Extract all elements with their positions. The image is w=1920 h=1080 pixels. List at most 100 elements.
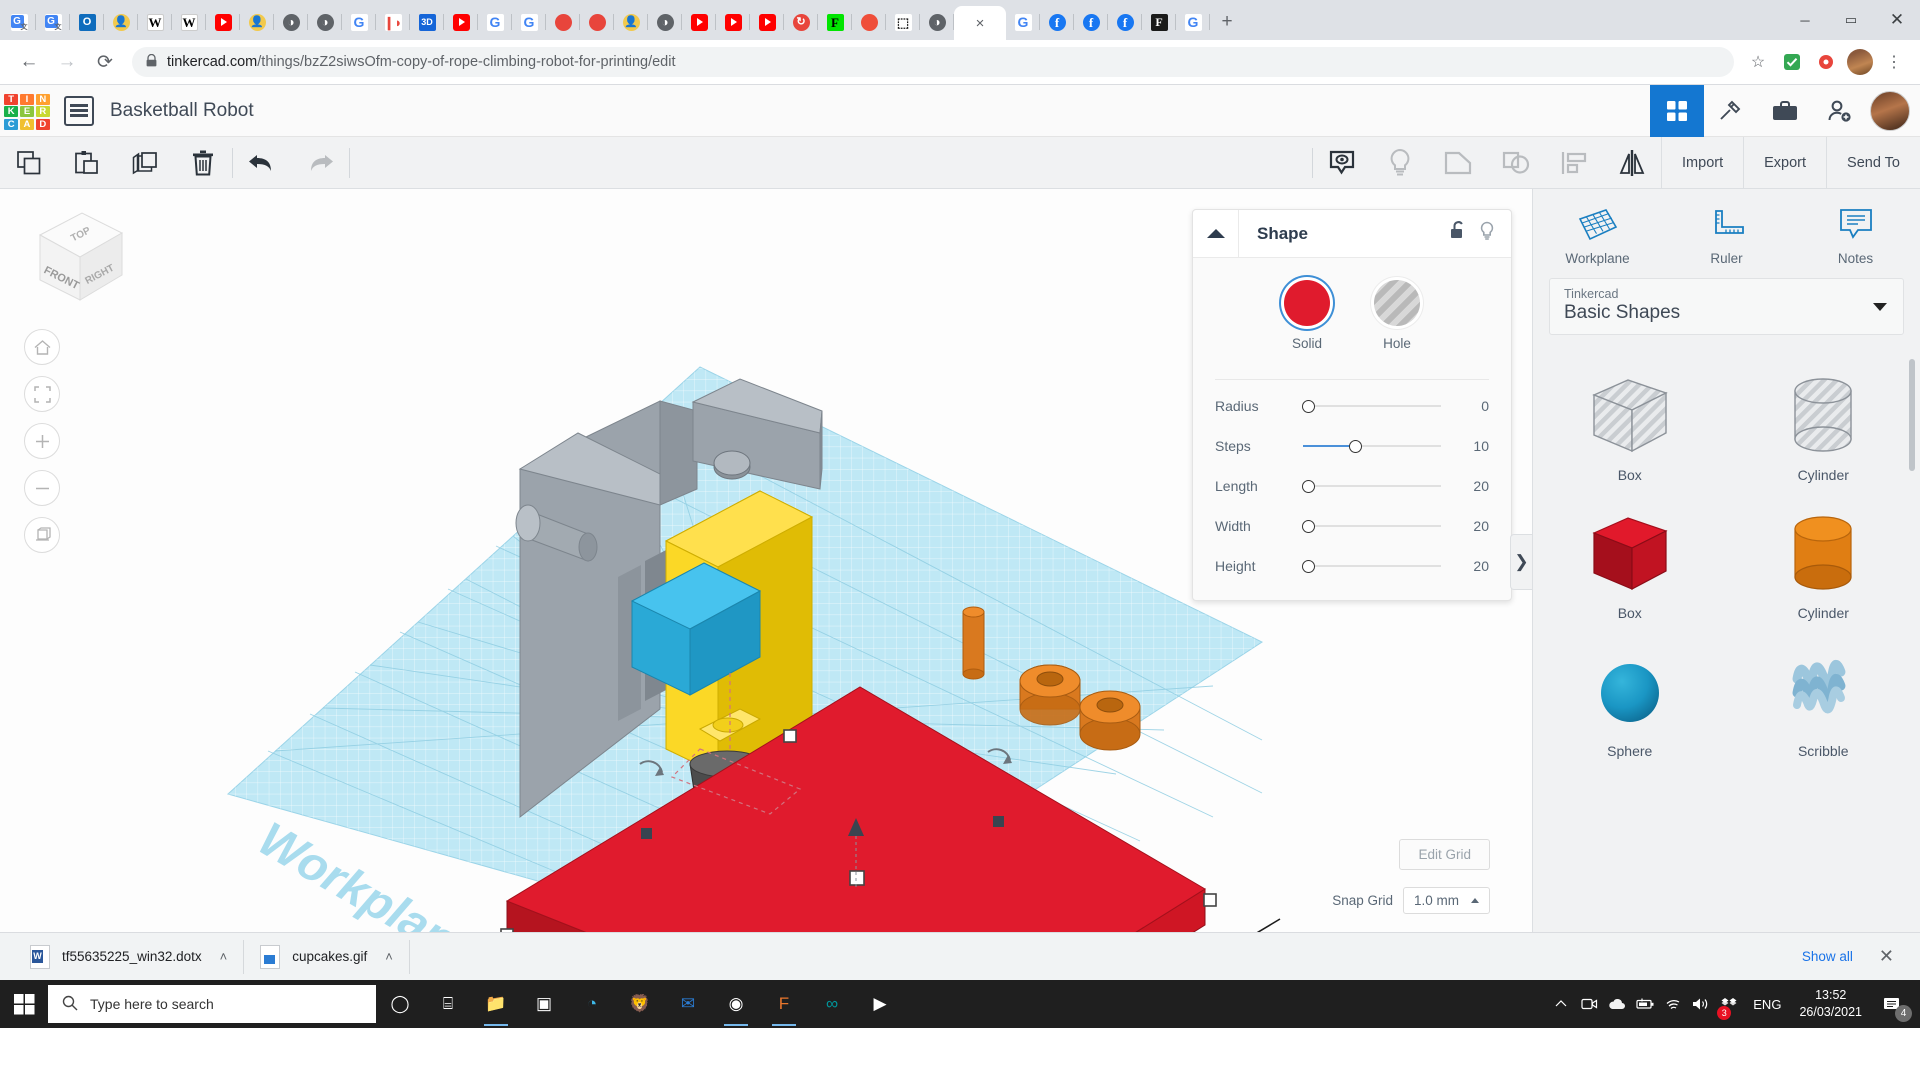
send-to-button[interactable]: Send To xyxy=(1826,137,1920,189)
browser-tab[interactable] xyxy=(104,5,138,39)
user-avatar[interactable] xyxy=(1870,91,1910,131)
browser-tab[interactable]: G xyxy=(478,5,512,39)
property-slider[interactable] xyxy=(1303,398,1449,414)
chrome-menu-icon[interactable]: ⋮ xyxy=(1878,46,1910,78)
foxit-icon[interactable]: F xyxy=(760,980,808,1028)
active-tab[interactable]: × xyxy=(954,6,1006,40)
browser-tab[interactable] xyxy=(70,5,104,39)
download-menu-icon[interactable]: ˄ xyxy=(220,949,228,964)
note-button[interactable] xyxy=(1313,137,1371,189)
home-view-button[interactable] xyxy=(24,329,60,365)
notes-tool[interactable]: Notes xyxy=(1791,203,1920,266)
cortana-icon[interactable]: ◯ xyxy=(376,980,424,1028)
collapse-panel-button[interactable] xyxy=(1193,210,1239,258)
slider-knob[interactable] xyxy=(1302,400,1315,413)
mail-icon[interactable]: ✉ xyxy=(664,980,712,1028)
browser-tab[interactable]: ↻ xyxy=(784,5,818,39)
snap-grid-select[interactable]: 1.0 mm xyxy=(1403,887,1490,914)
slider-knob[interactable] xyxy=(1302,480,1315,493)
browser-tab[interactable]: f xyxy=(1040,5,1074,39)
browser-tab[interactable] xyxy=(614,5,648,39)
property-slider[interactable] xyxy=(1303,438,1449,454)
volume-icon[interactable] xyxy=(1687,980,1715,1028)
browser-tab[interactable]: G xyxy=(512,5,546,39)
property-value[interactable]: 20 xyxy=(1449,518,1489,534)
unlock-icon[interactable] xyxy=(1449,221,1467,246)
learn-hammer-icon[interactable] xyxy=(1704,85,1758,137)
property-value[interactable]: 0 xyxy=(1449,398,1489,414)
show-all-downloads-button[interactable]: Show all xyxy=(1788,941,1867,972)
workplane-tool[interactable]: Workplane xyxy=(1533,203,1662,266)
browser-tab[interactable] xyxy=(546,5,580,39)
zoom-in-button[interactable] xyxy=(24,423,60,459)
browser-tab[interactable] xyxy=(580,5,614,39)
browser-tab[interactable]: W xyxy=(138,5,172,39)
undo-button[interactable] xyxy=(233,137,291,189)
browser-tab[interactable]: 3D xyxy=(410,5,444,39)
slider-knob[interactable] xyxy=(1302,520,1315,533)
tinkercad-logo[interactable]: TINKERCAD xyxy=(4,94,50,128)
brave-icon[interactable]: 🦁 xyxy=(616,980,664,1028)
shape-item-scribble[interactable]: Scribble xyxy=(1727,631,1920,769)
shape-item-sphere[interactable]: Sphere xyxy=(1533,631,1727,769)
wifi-icon[interactable] xyxy=(1659,980,1687,1028)
gallery-icon[interactable] xyxy=(1758,85,1812,137)
edit-grid-button[interactable]: Edit Grid xyxy=(1399,839,1490,870)
browser-tab[interactable]: F xyxy=(1142,5,1176,39)
browser-tab[interactable]: W xyxy=(172,5,206,39)
battery-icon[interactable] xyxy=(1631,980,1659,1028)
browser-tab[interactable]: ⬚ xyxy=(886,5,920,39)
browser-tab[interactable] xyxy=(444,5,478,39)
browser-tab[interactable]: ◑ xyxy=(274,5,308,39)
microsoft-store-icon[interactable]: ▣ xyxy=(520,980,568,1028)
show-hidden-icons-button[interactable] xyxy=(1547,980,1575,1028)
browser-tab[interactable]: ◑ xyxy=(920,5,954,39)
reload-button[interactable]: ⟳ xyxy=(86,43,124,81)
hole-option[interactable]: Hole xyxy=(1374,280,1420,351)
browser-tab[interactable]: f xyxy=(1108,5,1142,39)
browser-tab[interactable] xyxy=(682,5,716,39)
lightbulb-icon[interactable] xyxy=(1479,221,1495,246)
browser-tab[interactable] xyxy=(36,5,70,39)
download-menu-icon[interactable]: ˄ xyxy=(385,949,393,964)
slider-knob[interactable] xyxy=(1302,560,1315,573)
property-slider[interactable] xyxy=(1303,558,1449,574)
onedrive-icon[interactable] xyxy=(1603,980,1631,1028)
delete-button[interactable] xyxy=(174,137,232,189)
view-cube[interactable]: TOP FRONT RIGHT xyxy=(22,205,132,310)
browser-tab[interactable]: G xyxy=(342,5,376,39)
file-explorer-icon[interactable]: 📁 xyxy=(472,980,520,1028)
browser-tab[interactable] xyxy=(206,5,240,39)
browser-tab[interactable]: f xyxy=(1074,5,1108,39)
address-bar[interactable]: tinkercad.com/things/bzZ2siwsOfm-copy-of… xyxy=(132,47,1734,77)
ruler-tool[interactable]: Ruler xyxy=(1662,203,1791,266)
group-button[interactable] xyxy=(1429,137,1487,189)
align-button[interactable] xyxy=(1545,137,1603,189)
new-tab-button[interactable]: + xyxy=(1210,5,1244,39)
download-item[interactable]: tf55635225_win32.dotx ˄ xyxy=(14,940,244,974)
hole-swatch[interactable] xyxy=(1374,280,1420,326)
camera-icon[interactable] xyxy=(1575,980,1603,1028)
dropbox-icon[interactable]: 3 xyxy=(1715,980,1743,1028)
3d-canvas[interactable]: Workplane xyxy=(0,189,1532,932)
close-tab-icon[interactable]: × xyxy=(976,15,985,32)
mirror-button[interactable] xyxy=(1603,137,1661,189)
shape-item-orange-cylinder[interactable]: Cylinder xyxy=(1727,493,1920,631)
close-window-button[interactable]: ✕ xyxy=(1874,0,1920,40)
notifications-button[interactable]: 4 xyxy=(1870,980,1914,1028)
property-slider[interactable] xyxy=(1303,518,1449,534)
video-icon[interactable]: ▶ xyxy=(856,980,904,1028)
maximize-button[interactable]: ▭ xyxy=(1828,0,1874,40)
redo-button[interactable] xyxy=(291,137,349,189)
zoom-out-button[interactable] xyxy=(24,470,60,506)
browser-tab[interactable]: G xyxy=(1006,5,1040,39)
property-slider[interactable] xyxy=(1303,478,1449,494)
start-button[interactable] xyxy=(0,980,48,1028)
property-value[interactable]: 20 xyxy=(1449,478,1489,494)
copy-button[interactable] xyxy=(0,137,58,189)
back-button[interactable]: ← xyxy=(10,43,48,81)
browser-tab[interactable]: F xyxy=(818,5,852,39)
sidebar-collapse-button[interactable]: ❯ xyxy=(1510,534,1532,590)
fit-to-view-button[interactable] xyxy=(24,376,60,412)
download-item[interactable]: cupcakes.gif ˄ xyxy=(244,940,410,974)
